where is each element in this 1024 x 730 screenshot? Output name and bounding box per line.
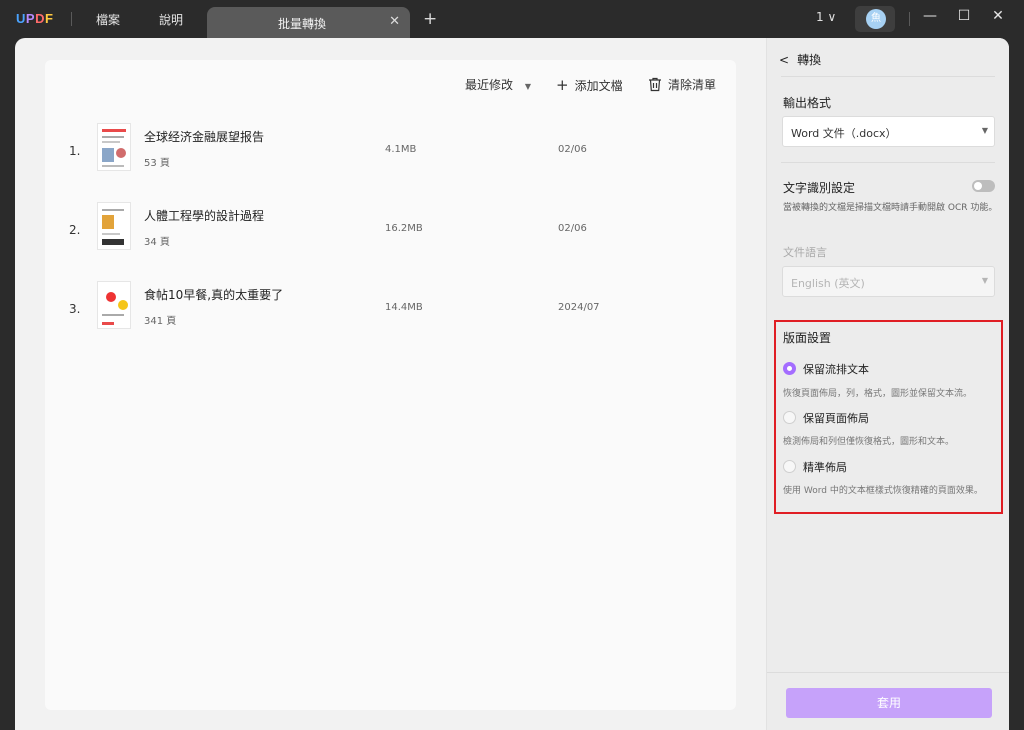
- file-thumbnail: [97, 202, 131, 250]
- add-document-button[interactable]: + 添加文檔: [556, 76, 623, 94]
- file-size: 16.2MB: [385, 223, 423, 234]
- file-name: 人體工程學的設計過程: [144, 209, 265, 223]
- output-format-value: Word 文件（.docx）: [791, 127, 897, 140]
- title-bar: UPDF 檔案 說明 批量轉換 ✕ + 1 ∨ 魚 — ☐ ✕: [0, 0, 1024, 38]
- chevron-down-icon: ∨: [827, 10, 837, 24]
- file-row[interactable]: 1. 全球经济金融展望报告 53 頁 4.1MB 02/06: [45, 121, 736, 181]
- file-thumbnail: [97, 123, 131, 171]
- toggle-knob: [974, 182, 982, 190]
- avatar: 魚: [866, 9, 886, 29]
- ocr-title: 文字識別設定: [783, 181, 856, 195]
- add-tab-icon[interactable]: +: [423, 9, 437, 29]
- output-format-select[interactable]: Word 文件（.docx） ▼: [782, 116, 995, 147]
- file-list-panel: 最近修改 ▼ + 添加文檔 清除清單 1. 全球经济金融展望报告 53 頁 4.1…: [45, 60, 736, 710]
- sort-arrow-icon: ▼: [524, 82, 531, 91]
- file-date: 2024/07: [558, 302, 600, 313]
- logo-letter-f: F: [44, 11, 54, 26]
- menu-file[interactable]: 檔案: [96, 11, 120, 28]
- ocr-toggle[interactable]: [972, 180, 995, 192]
- file-row[interactable]: 2. 人體工程學的設計過程 34 頁 16.2MB 02/06: [45, 200, 736, 260]
- tab-title: 批量轉換: [277, 17, 326, 31]
- logo-letter-u: U: [16, 11, 26, 26]
- file-name: 食帖10早餐,真的太重要了: [144, 288, 284, 302]
- layout-option-label: 保留流排文本: [803, 363, 869, 376]
- divider: [781, 162, 995, 163]
- radio-unchecked-icon: [783, 411, 796, 424]
- file-size: 4.1MB: [385, 144, 417, 155]
- add-document-label: 添加文檔: [574, 79, 623, 93]
- apply-button[interactable]: 套用: [786, 688, 992, 718]
- window-controls-separator: [909, 12, 910, 26]
- layout-option-desc: 恢復頁面佈局，列，格式，圖形並保留文本流。: [783, 389, 973, 399]
- sort-label: 最近修改: [465, 78, 514, 92]
- dropdown-arrow-icon: ▼: [981, 126, 988, 135]
- account-button[interactable]: 魚: [855, 6, 895, 32]
- divider: [781, 76, 995, 77]
- file-index: 3.: [69, 302, 81, 316]
- main-area: 最近修改 ▼ + 添加文檔 清除清單 1. 全球经济金融展望报告 53 頁 4.1…: [15, 38, 1009, 730]
- plus-icon: +: [556, 76, 569, 94]
- doc-language-select: English (英文) ▼: [782, 266, 995, 297]
- page-count-value: 1: [816, 10, 824, 24]
- convert-settings-panel: < 轉換 輸出格式 Word 文件（.docx） ▼ 文字識別設定 當被轉換的文檔…: [766, 38, 1009, 730]
- output-format-title: 輸出格式: [783, 96, 832, 110]
- back-label: 轉換: [797, 53, 822, 67]
- maximize-icon[interactable]: ☐: [954, 8, 974, 24]
- clear-list-label: 清除清單: [668, 78, 717, 92]
- file-date: 02/06: [558, 223, 587, 234]
- footer-divider: [767, 672, 1009, 673]
- radio-checked-icon: [783, 362, 796, 375]
- logo-letter-d: D: [35, 11, 45, 26]
- file-pages: 53 頁: [144, 158, 170, 169]
- layout-option-label: 精準佈局: [803, 461, 847, 474]
- file-thumbnail: [97, 281, 131, 329]
- doc-language-value: English (英文): [791, 277, 865, 290]
- file-date: 02/06: [558, 144, 587, 155]
- file-index: 1.: [69, 144, 81, 158]
- trash-icon: [649, 77, 661, 92]
- layout-option-desc: 檢測佈局和列但僅恢復格式，圖形和文本。: [783, 437, 955, 447]
- layout-option-desc: 使用 Word 中的文本框樣式恢復精確的頁面效果。: [783, 486, 983, 496]
- file-pages: 341 頁: [144, 316, 177, 327]
- radio-unchecked-icon: [783, 460, 796, 473]
- clear-list-button[interactable]: 清除清單: [648, 76, 716, 93]
- file-size: 14.4MB: [385, 302, 423, 313]
- layout-option-label: 保留頁面佈局: [803, 412, 869, 425]
- sort-dropdown[interactable]: 最近修改 ▼: [465, 76, 531, 93]
- file-index: 2.: [69, 223, 81, 237]
- file-name: 全球经济金融展望报告: [144, 130, 265, 144]
- menu-help[interactable]: 說明: [159, 11, 183, 28]
- updf-logo: UPDF: [16, 11, 53, 26]
- tab-close-icon[interactable]: ✕: [389, 14, 400, 29]
- minimize-icon[interactable]: —: [920, 8, 940, 24]
- logo-letter-p: P: [25, 11, 36, 26]
- file-row[interactable]: 3. 食帖10早餐,真的太重要了 341 頁 14.4MB 2024/07: [45, 279, 736, 339]
- tab-batch-convert[interactable]: 批量轉換 ✕: [207, 7, 410, 38]
- logo-separator: [71, 12, 72, 26]
- doc-language-label: 文件語言: [783, 246, 827, 259]
- ocr-hint: 當被轉換的文檔是掃描文檔時請手動開啟 OCR 功能。: [783, 203, 998, 213]
- page-count-dropdown[interactable]: 1 ∨: [816, 10, 836, 24]
- layout-title: 版面設置: [783, 331, 832, 345]
- dropdown-arrow-icon: ▼: [981, 276, 988, 285]
- file-pages: 34 頁: [144, 237, 170, 248]
- close-window-icon[interactable]: ✕: [988, 8, 1008, 24]
- chevron-left-icon: <: [779, 53, 790, 67]
- back-button[interactable]: < 轉換: [779, 51, 821, 68]
